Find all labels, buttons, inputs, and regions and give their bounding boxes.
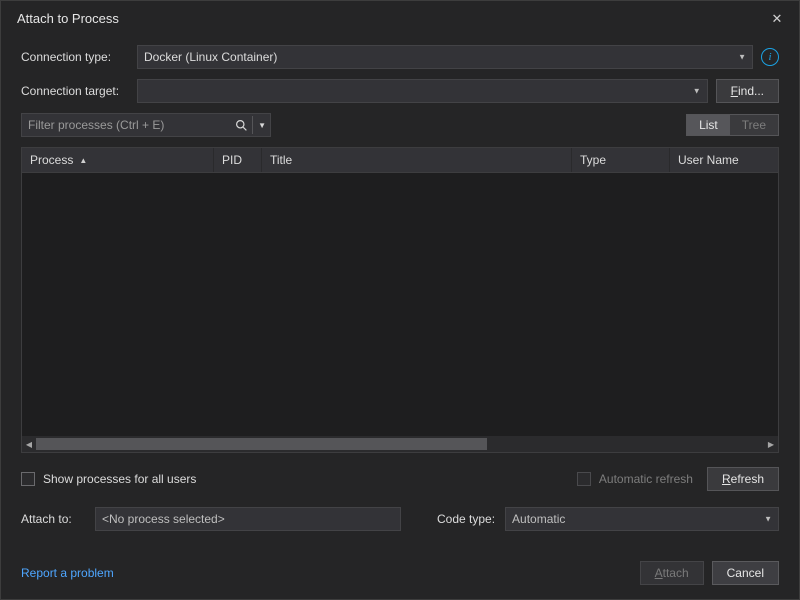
- column-user[interactable]: User Name: [670, 148, 778, 172]
- sort-asc-icon: ▲: [79, 156, 87, 165]
- find-button[interactable]: Find...: [716, 79, 779, 103]
- dialog-title: Attach to Process: [17, 11, 119, 26]
- close-icon: ✕: [772, 12, 783, 25]
- chevron-down-icon[interactable]: ▼: [252, 116, 266, 134]
- attach-button: Attach: [640, 561, 704, 585]
- checkbox-icon: [577, 472, 591, 486]
- connection-target-row: Connection target: ▼ Find...: [21, 79, 779, 103]
- scroll-left-icon[interactable]: ◀: [22, 436, 36, 452]
- attach-to-label: Attach to:: [21, 512, 85, 526]
- connection-target-dropdown[interactable]: ▼: [137, 79, 708, 103]
- connection-type-row: Connection type: Docker (Linux Container…: [21, 45, 779, 69]
- show-all-users-checkbox[interactable]: Show processes for all users: [21, 472, 196, 486]
- column-type[interactable]: Type: [572, 148, 670, 172]
- attach-to-field: <No process selected>: [95, 507, 401, 531]
- checkbox-icon: [21, 472, 35, 486]
- code-type-dropdown[interactable]: Automatic ▼: [505, 507, 779, 531]
- scroll-right-icon[interactable]: ▶: [764, 436, 778, 452]
- connection-type-value: Docker (Linux Container): [144, 50, 277, 64]
- titlebar: Attach to Process ✕: [1, 1, 799, 35]
- cancel-button[interactable]: Cancel: [712, 561, 779, 585]
- table-body-empty: [22, 173, 778, 436]
- horizontal-scrollbar[interactable]: ◀ ▶: [22, 436, 778, 452]
- view-tree-button[interactable]: Tree: [730, 115, 778, 135]
- report-problem-link[interactable]: Report a problem: [21, 566, 114, 580]
- connection-type-label: Connection type:: [21, 50, 129, 64]
- info-icon[interactable]: i: [761, 48, 779, 66]
- column-process[interactable]: Process ▲: [22, 148, 214, 172]
- bottom-row: Report a problem Attach Cancel: [21, 561, 779, 585]
- scroll-track[interactable]: [36, 438, 764, 450]
- attach-row: Attach to: <No process selected> Code ty…: [21, 507, 779, 531]
- connection-type-dropdown[interactable]: Docker (Linux Container) ▼: [137, 45, 753, 69]
- automatic-refresh-checkbox: Automatic refresh: [577, 472, 693, 486]
- scroll-thumb[interactable]: [36, 438, 487, 450]
- attach-to-process-dialog: Attach to Process ✕ Connection type: Doc…: [0, 0, 800, 600]
- close-button[interactable]: ✕: [763, 7, 791, 29]
- chevron-down-icon: ▼: [764, 515, 772, 524]
- filter-placeholder: Filter processes (Ctrl + E): [28, 118, 230, 132]
- view-list-button[interactable]: List: [687, 115, 730, 135]
- dialog-actions: Attach Cancel: [640, 561, 779, 585]
- dialog-body: Connection type: Docker (Linux Container…: [1, 35, 799, 599]
- options-row: Show processes for all users Automatic r…: [21, 467, 779, 491]
- code-type-label: Code type:: [437, 512, 495, 526]
- table-header: Process ▲ PID Title Type User Name: [22, 148, 778, 173]
- column-title[interactable]: Title: [262, 148, 572, 172]
- filter-row: Filter processes (Ctrl + E) ▼ List Tree: [21, 113, 779, 137]
- view-mode-toggle: List Tree: [686, 114, 779, 136]
- connection-target-label: Connection target:: [21, 84, 129, 98]
- filter-search-input[interactable]: Filter processes (Ctrl + E) ▼: [21, 113, 271, 137]
- process-table: Process ▲ PID Title Type User Name ◀ ▶: [21, 147, 779, 453]
- chevron-down-icon: ▼: [738, 53, 746, 62]
- search-icon: [230, 114, 252, 136]
- refresh-button[interactable]: Refresh: [707, 467, 779, 491]
- column-pid[interactable]: PID: [214, 148, 262, 172]
- chevron-down-icon: ▼: [693, 87, 701, 96]
